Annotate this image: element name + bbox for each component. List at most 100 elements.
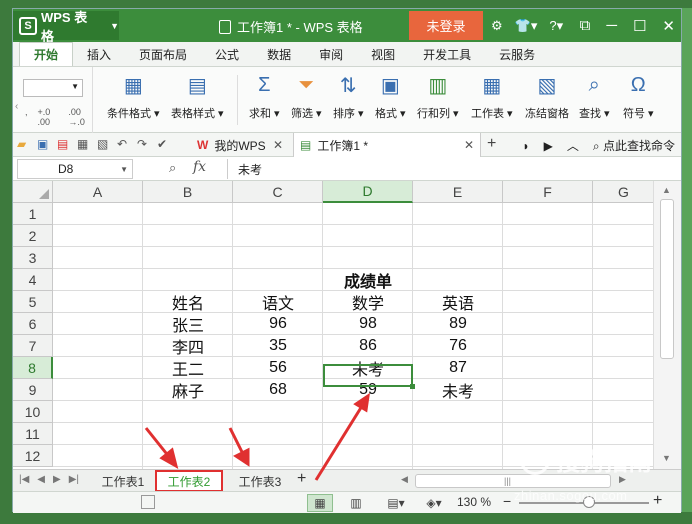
row-header-6[interactable]: 6 [13, 313, 53, 335]
scroll-down-icon[interactable]: ▼ [662, 453, 671, 463]
tab-cloud[interactable]: 云服务 [485, 42, 549, 66]
row-header-12[interactable]: 12 [13, 445, 53, 467]
table-cell[interactable]: 未考 [413, 379, 503, 401]
save-icon[interactable]: ▣ [37, 137, 51, 151]
app-menu-button[interactable]: S WPS 表格 ▼ [13, 10, 119, 44]
sum-button[interactable]: Σ 求和 ▾ [249, 73, 280, 121]
sheet-tab-3[interactable]: 工作表3 [225, 470, 295, 492]
column-header-c[interactable]: C [233, 181, 323, 203]
symbol-button[interactable]: Ω 符号 ▾ [623, 73, 654, 121]
login-button[interactable]: 未登录 [409, 11, 483, 40]
table-cell[interactable]: 86 [323, 335, 413, 357]
first-sheet-icon[interactable]: |◀ [19, 474, 29, 485]
print-icon[interactable]: ▦ [77, 137, 91, 151]
column-header-e[interactable]: E [413, 181, 503, 203]
pin-icon[interactable]: ✔ [157, 137, 171, 151]
magnifier-icon[interactable]: ⌕ [169, 160, 176, 176]
tab-page-layout[interactable]: 页面布局 [125, 42, 201, 66]
row-header-11[interactable]: 11 [13, 423, 53, 445]
increase-decimal-icon[interactable]: +.0 .00 [38, 107, 59, 127]
close-icon[interactable]: ✕ [273, 138, 283, 152]
name-box[interactable]: D8 ▼ [17, 159, 133, 179]
formula-input[interactable]: 未考 [227, 159, 667, 179]
select-all-corner[interactable] [13, 181, 53, 203]
open-folder-icon[interactable]: ▰ [17, 137, 31, 151]
last-sheet-icon[interactable]: ▶| [69, 474, 79, 485]
add-sheet-button[interactable]: + [297, 470, 306, 488]
row-header-8[interactable]: 8 [13, 357, 53, 379]
column-header-a[interactable]: A [53, 181, 143, 203]
fx-icon[interactable]: fx [193, 159, 206, 175]
decrease-decimal-icon[interactable]: .00 →.0 [68, 107, 92, 127]
table-style-button[interactable]: ▤ 表格样式 ▾ [171, 73, 224, 121]
column-header-f[interactable]: F [503, 181, 593, 203]
tab-formulas[interactable]: 公式 [201, 42, 253, 66]
collapse-ribbon-icon[interactable]: ︿ [567, 137, 579, 154]
sheet-tab-2[interactable]: 工作表2 [155, 470, 223, 492]
column-header-b[interactable]: B [143, 181, 233, 203]
table-cell[interactable]: 98 [323, 313, 413, 335]
row-header-5[interactable]: 5 [13, 291, 53, 313]
minimize-icon[interactable]: ─ [606, 17, 617, 34]
spreadsheet-grid[interactable]: A B C D E F G 1 2 3 4 5 6 7 8 9 10 11 12 成绩单 姓名 语文 数学 英语 张三 96 98 8… [13, 181, 653, 469]
row-header-4[interactable]: 4 [13, 269, 53, 291]
zoom-in-icon[interactable]: + [653, 492, 662, 510]
macro-icon[interactable] [141, 495, 155, 509]
tab-data[interactable]: 数据 [253, 42, 305, 66]
shirt-icon[interactable]: 👕▾ [515, 18, 538, 34]
command-search[interactable]: ⌕ 点此查找命令 [593, 137, 675, 154]
row-header-7[interactable]: 7 [13, 335, 53, 357]
preview-icon[interactable]: ▧ [97, 137, 111, 151]
tab-my-wps[interactable]: W 我的WPS ✕ [191, 133, 289, 157]
conditional-format-button[interactable]: ▦ 条件格式 ▾ [107, 73, 160, 121]
vertical-scroll-thumb[interactable] [660, 199, 674, 359]
sheet-tab-1[interactable]: 工作表1 [89, 470, 157, 492]
prev-sheet-icon[interactable]: ◀ [37, 474, 45, 485]
scroll-left-icon[interactable]: ◀ [401, 474, 408, 485]
pdf-icon[interactable]: ▤ [57, 137, 71, 151]
tab-home[interactable]: 开始 [19, 42, 74, 66]
table-cell[interactable]: 87 [413, 357, 503, 379]
column-header-d[interactable]: D [323, 181, 413, 203]
rows-columns-button[interactable]: ▥ 行和列 ▾ [417, 73, 459, 121]
table-cell[interactable]: 56 [233, 357, 323, 379]
active-cell-d8[interactable] [323, 364, 415, 389]
header-cell[interactable]: 英语 [413, 291, 503, 313]
close-icon[interactable]: ✕ [662, 17, 675, 35]
backup-icon[interactable]: ◗ [522, 139, 529, 153]
tab-view[interactable]: 视图 [357, 42, 409, 66]
font-size-select[interactable]: ▼ [23, 79, 83, 97]
page-layout-view-button[interactable]: ▤▾ [383, 494, 409, 512]
find-button[interactable]: ⌕ 查找 ▾ [579, 73, 610, 121]
worksheet-button[interactable]: ▦ 工作表 ▾ [471, 73, 513, 121]
new-tab-button[interactable]: + [487, 135, 496, 153]
zoom-out-icon[interactable]: − [503, 493, 511, 509]
row-header-10[interactable]: 10 [13, 401, 53, 423]
reading-mode-button[interactable]: ◈▾ [421, 494, 447, 512]
table-cell[interactable]: 35 [233, 335, 323, 357]
help-icon[interactable]: ?▾ [549, 18, 563, 34]
table-cell[interactable]: 89 [413, 313, 503, 335]
page-break-view-button[interactable]: ▥ [343, 494, 369, 512]
table-cell[interactable]: 张三 [143, 313, 233, 335]
table-cell[interactable]: 96 [233, 313, 323, 335]
tab-workbook1[interactable]: ▤ 工作簿1 * ✕ [293, 133, 481, 157]
redo-icon[interactable]: ↷ [137, 137, 151, 151]
table-cell[interactable]: 76 [413, 335, 503, 357]
format-button[interactable]: ▣ 格式 ▾ [375, 73, 406, 121]
close-icon[interactable]: ✕ [464, 138, 474, 152]
sort-button[interactable]: ⇅ 排序 ▾ [333, 73, 364, 121]
table-cell[interactable]: 李四 [143, 335, 233, 357]
column-header-g[interactable]: G [593, 181, 653, 203]
scroll-up-icon[interactable]: ▲ [662, 185, 671, 195]
row-header-9[interactable]: 9 [13, 379, 53, 401]
tab-review[interactable]: 审阅 [305, 42, 357, 66]
row-header-1[interactable]: 1 [13, 203, 53, 225]
filter-button[interactable]: ⏷ 筛选 ▾ [291, 73, 322, 121]
undo-icon[interactable]: ↶ [117, 137, 131, 151]
sheet-title-cell[interactable]: 成绩单 [233, 269, 503, 291]
flag-icon[interactable]: ▶ [544, 139, 553, 153]
next-sheet-icon[interactable]: ▶ [53, 474, 61, 485]
comma-style-icon[interactable]: , [25, 107, 28, 127]
normal-view-button[interactable]: ▦ [307, 494, 333, 512]
